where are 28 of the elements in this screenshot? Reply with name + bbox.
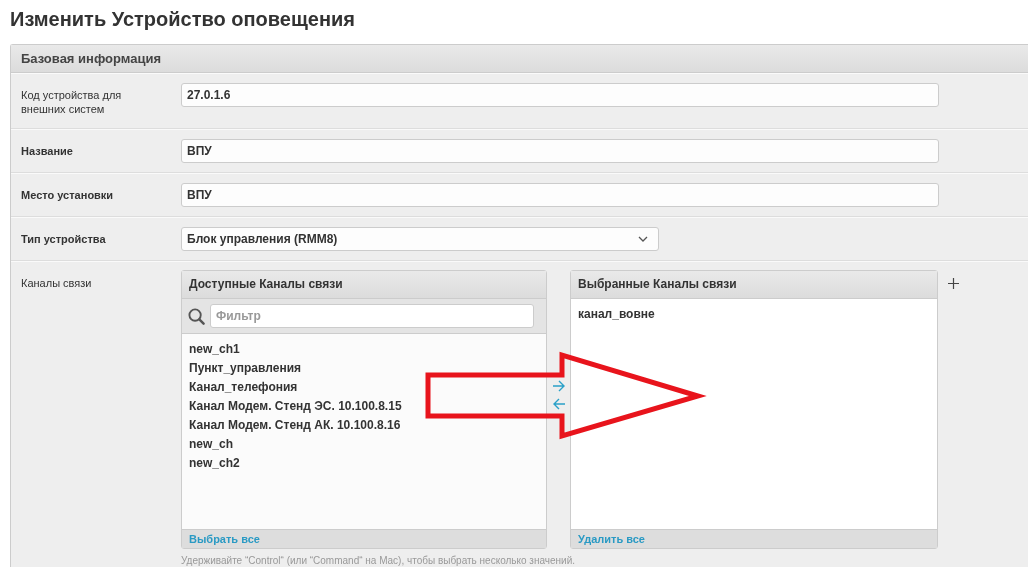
help-text: Удерживайте “Control“ (или “Command“ на Mac), чтобы выбрать несколько значений. (181, 555, 577, 566)
field-label: Каналы связи (21, 276, 93, 290)
text-field[interactable]: ВПУ (181, 183, 939, 207)
arrow-right-icon[interactable] (551, 380, 566, 392)
select-field[interactable]: Блок управления (RMM8) (181, 227, 659, 251)
list-item[interactable]: Пункт_управления (189, 359, 539, 378)
field-label: Место установки (21, 188, 115, 202)
field-label: Код устройства для внешних систем (21, 88, 123, 116)
chevron-icon (638, 236, 648, 242)
text-field[interactable]: ВПУ (181, 139, 939, 163)
list-item[interactable]: канал_вовне (578, 305, 930, 324)
field-label: Название (21, 144, 74, 158)
search-icon (188, 307, 205, 325)
list-item[interactable]: Канал Модем. Стенд ЭС. 10.100.8.15 (189, 397, 539, 416)
add-icon[interactable] (948, 278, 959, 289)
text-field[interactable]: 27.0.1.6 (181, 83, 939, 107)
list-title: Выбранные Каналы связи (571, 271, 937, 299)
filter-field[interactable]: Фильтр (210, 304, 534, 328)
list-item[interactable]: new_ch1 (189, 340, 539, 359)
list-item[interactable]: Канал_телефония (189, 378, 539, 397)
list-title: Доступные Каналы связи (182, 271, 546, 299)
arrow-left-icon[interactable] (551, 398, 566, 410)
section-header: Базовая информация (11, 45, 1028, 73)
field-label: Тип устройства (21, 232, 107, 246)
list-item[interactable]: Канал Модем. Стенд АК. 10.100.8.16 (189, 416, 539, 435)
list-item[interactable]: new_ch (189, 435, 539, 454)
list-item[interactable]: new_ch2 (189, 454, 539, 473)
page-title: Изменить Устройство оповещения (9, 7, 357, 32)
